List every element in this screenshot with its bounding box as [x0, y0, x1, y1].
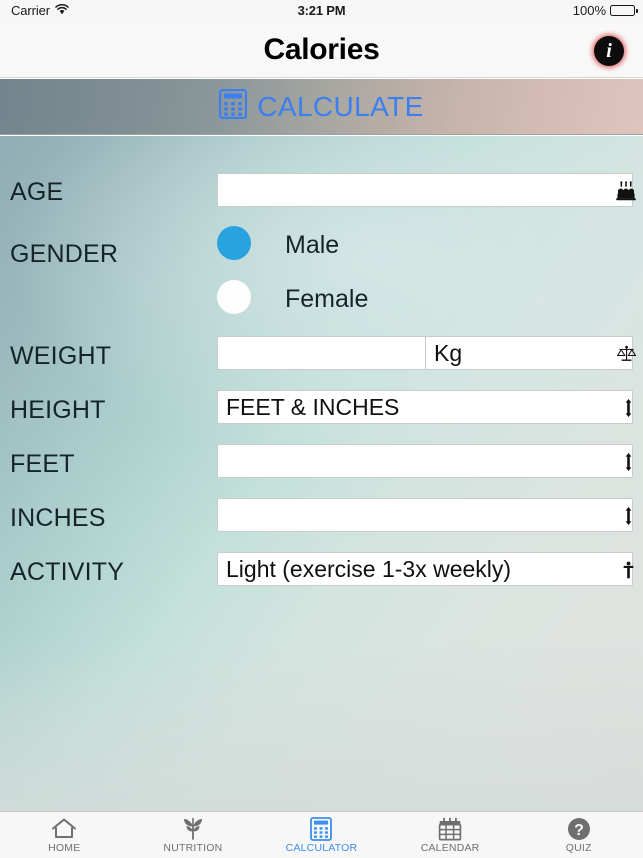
calculate-label: CALCULATE [257, 90, 424, 122]
tab-calendar[interactable]: CALENDAR [386, 812, 515, 858]
gender-radio-male[interactable] [217, 226, 251, 260]
inches-label: INCHES [10, 504, 106, 532]
gender-option-male-label: Male [285, 231, 340, 259]
inches-row: INCHES [0, 494, 643, 538]
calculator-icon [310, 816, 333, 841]
tab-nutrition[interactable]: NUTRITION [129, 812, 258, 858]
battery-full-icon [610, 5, 638, 16]
tab-home-label: HOME [48, 841, 81, 854]
tab-nutrition-label: NUTRITION [163, 841, 223, 854]
inches-select[interactable] [217, 498, 633, 532]
page-title: Calories [263, 33, 380, 66]
status-bar-time: 3:21 PM [297, 3, 346, 18]
age-row: AGE [0, 170, 643, 210]
gender-row: GENDER Male Female [0, 222, 643, 332]
calculate-button[interactable]: CALCULATE [0, 79, 643, 135]
age-label: AGE [10, 178, 64, 206]
question-mark-circle-icon: ? [567, 817, 591, 841]
calculator-icon [219, 88, 248, 124]
status-bar-right: 100% [572, 3, 638, 18]
weight-input[interactable] [217, 336, 426, 370]
activity-row: ACTIVITY Light (exercise 1-3x weekly) [0, 548, 643, 592]
activity-label: ACTIVITY [10, 558, 125, 586]
status-bar: Carrier 3:21 PM 100% [0, 0, 643, 21]
calculator-form: AGE GENDER Male Female WEIGHT Kg HEIGHT … [0, 136, 643, 811]
age-input[interactable] [217, 173, 633, 207]
weight-label: WEIGHT [10, 342, 112, 370]
weight-row: WEIGHT Kg [0, 332, 643, 376]
height-label: HEIGHT [10, 396, 106, 424]
leaf-icon [180, 817, 206, 841]
tab-bar: HOME NUTRITION CALCULATOR CALENDAR ? QUI… [0, 811, 643, 858]
info-circle-icon[interactable]: i [594, 36, 624, 66]
weight-unit-select[interactable]: Kg [425, 336, 633, 370]
tab-home[interactable]: HOME [0, 812, 129, 858]
feet-row: FEET [0, 440, 643, 484]
tab-quiz[interactable]: ? QUIZ [514, 812, 643, 858]
gender-radio-female[interactable] [217, 280, 251, 314]
feet-label: FEET [10, 450, 75, 478]
tab-calculator[interactable]: CALCULATOR [257, 812, 386, 858]
height-unit-select[interactable]: FEET & INCHES [217, 390, 633, 424]
tab-quiz-label: QUIZ [565, 841, 592, 854]
svg-text:?: ? [574, 822, 584, 839]
activity-select[interactable]: Light (exercise 1-3x weekly) [217, 552, 633, 586]
app-root: Carrier 3:21 PM 100% Calories i CALCULAT… [0, 0, 643, 858]
feet-select[interactable] [217, 444, 633, 478]
home-icon [51, 817, 77, 841]
calendar-icon [438, 817, 462, 841]
gender-label: GENDER [10, 240, 119, 268]
height-row: HEIGHT FEET & INCHES [0, 386, 643, 430]
tab-calendar-label: CALENDAR [420, 841, 480, 854]
navigation-bar: Calories i [0, 21, 643, 78]
tab-calculator-label: CALCULATOR [285, 841, 358, 854]
gender-option-female-label: Female [285, 285, 369, 313]
battery-percent-label: 100% [572, 3, 606, 18]
